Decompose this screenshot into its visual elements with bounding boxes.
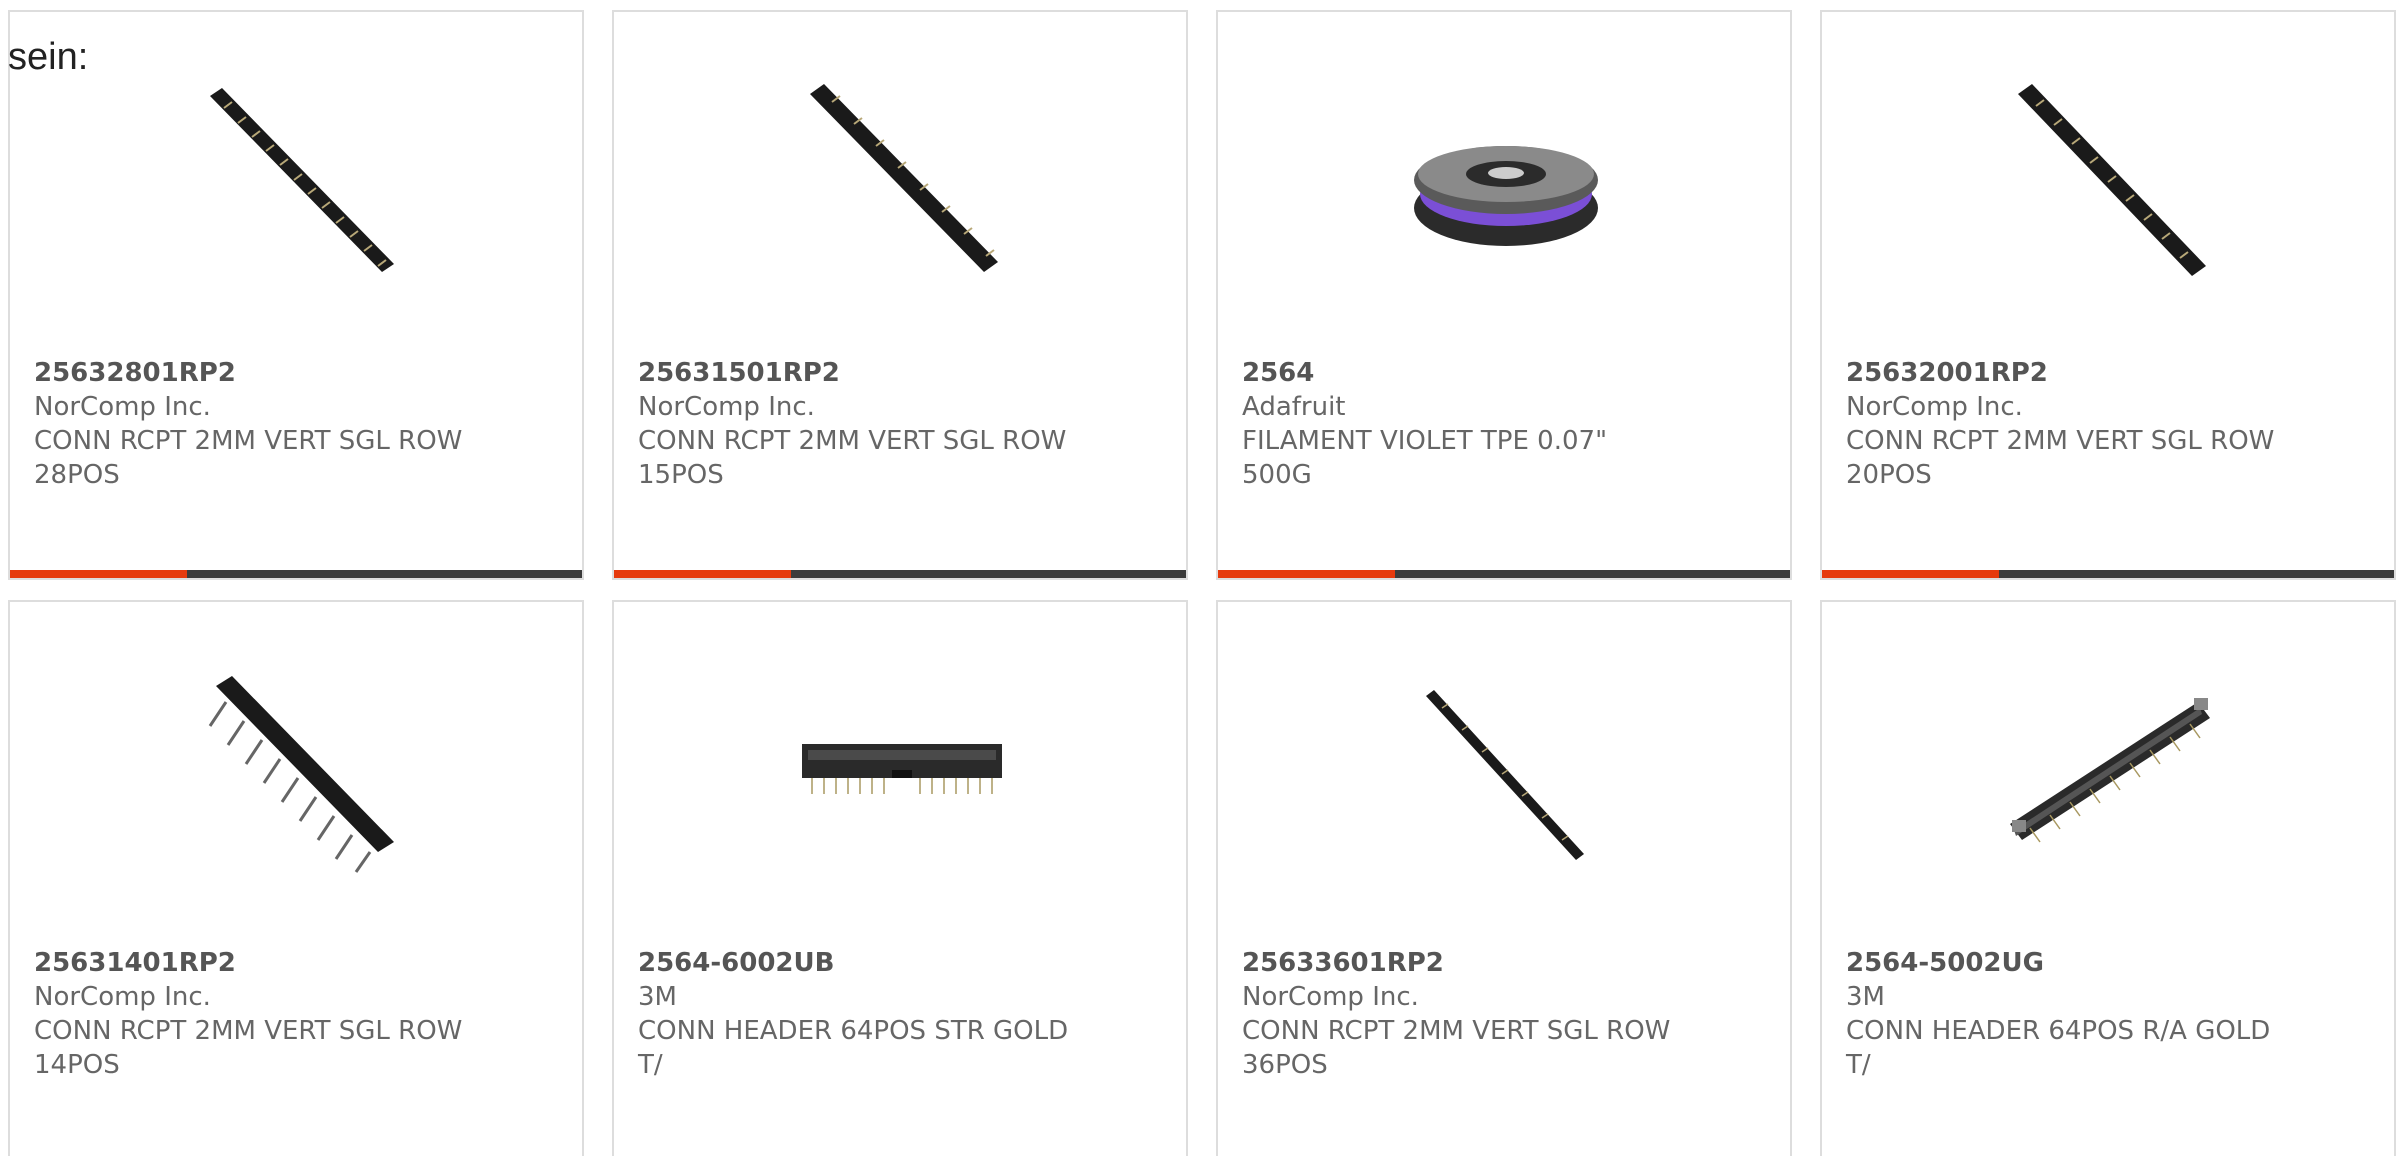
progress-bar bbox=[614, 570, 1186, 578]
product-card[interactable]: 2564-5002UG 3M CONN HEADER 64POS R/A GOL… bbox=[1820, 600, 2396, 1156]
progress-bar-fill bbox=[1218, 570, 1396, 578]
right-angle-header-icon bbox=[2010, 674, 2210, 874]
progress-bar-fill bbox=[1822, 570, 2000, 578]
description: CONN RCPT 2MM VERT SGL ROW 28POS bbox=[34, 426, 463, 490]
product-info: 2564 Adafruit FILAMENT VIOLET TPE 0.07" … bbox=[1242, 356, 1682, 492]
black-header-diagonal-icon bbox=[802, 84, 1002, 284]
short-header-diagonal-icon bbox=[198, 674, 398, 874]
progress-bar bbox=[1822, 570, 2394, 578]
part-number-link[interactable]: 25632001RP2 bbox=[1846, 356, 2286, 390]
part-number-link[interactable]: 25632801RP2 bbox=[34, 356, 474, 390]
manufacturer: NorComp Inc. bbox=[34, 392, 211, 422]
product-card[interactable]: 25631401RP2 NorComp Inc. CONN RCPT 2MM V… bbox=[8, 600, 584, 1156]
manufacturer: NorComp Inc. bbox=[1242, 982, 1419, 1012]
progress-bar bbox=[10, 570, 582, 578]
intro-text: sein: bbox=[8, 36, 89, 78]
description: CONN HEADER 64POS R/A GOLD T/ bbox=[1846, 1016, 2271, 1080]
product-card[interactable]: 25632001RP2 NorComp Inc. CONN RCPT 2MM V… bbox=[1820, 10, 2396, 580]
description: FILAMENT VIOLET TPE 0.07" 500G bbox=[1242, 426, 1608, 490]
part-number-link[interactable]: 2564-6002UB bbox=[638, 946, 1078, 980]
progress-bar-fill bbox=[10, 570, 188, 578]
box-header-horizontal-icon bbox=[802, 674, 1002, 874]
product-card[interactable]: 25632801RP2 NorComp Inc. CONN RCPT 2MM V… bbox=[8, 10, 584, 580]
part-number-link[interactable]: 25631501RP2 bbox=[638, 356, 1078, 390]
part-number-link[interactable]: 2564 bbox=[1242, 356, 1682, 390]
manufacturer: NorComp Inc. bbox=[638, 392, 815, 422]
manufacturer: Adafruit bbox=[1242, 392, 1346, 422]
filament-spool-icon bbox=[1406, 84, 1606, 284]
progress-bar-fill bbox=[614, 570, 792, 578]
product-info: 25633601RP2 NorComp Inc. CONN RCPT 2MM V… bbox=[1242, 946, 1682, 1082]
product-card[interactable]: 25631501RP2 NorComp Inc. CONN RCPT 2MM V… bbox=[612, 10, 1188, 580]
manufacturer: 3M bbox=[1846, 982, 1885, 1012]
part-number-link[interactable]: 2564-5002UG bbox=[1846, 946, 2286, 980]
description: CONN RCPT 2MM VERT SGL ROW 20POS bbox=[1846, 426, 2275, 490]
black-header-diagonal-icon bbox=[2010, 84, 2210, 284]
thin-header-diagonal-icon bbox=[1406, 674, 1606, 874]
manufacturer: 3M bbox=[638, 982, 677, 1012]
description: CONN RCPT 2MM VERT SGL ROW 15POS bbox=[638, 426, 1067, 490]
long-black-header-diagonal-icon bbox=[198, 84, 398, 284]
product-grid-page: sein: 25632801RP2 NorComp Inc. CONN RCPT… bbox=[0, 0, 2400, 1156]
part-number-link[interactable]: 25631401RP2 bbox=[34, 946, 474, 980]
part-number-link[interactable]: 25633601RP2 bbox=[1242, 946, 1682, 980]
manufacturer: NorComp Inc. bbox=[1846, 392, 2023, 422]
product-info: 25632801RP2 NorComp Inc. CONN RCPT 2MM V… bbox=[34, 356, 474, 492]
manufacturer: NorComp Inc. bbox=[34, 982, 211, 1012]
description: CONN RCPT 2MM VERT SGL ROW 36POS bbox=[1242, 1016, 1671, 1080]
product-info: 25631401RP2 NorComp Inc. CONN RCPT 2MM V… bbox=[34, 946, 474, 1082]
description: CONN HEADER 64POS STR GOLD T/ bbox=[638, 1016, 1069, 1080]
description: CONN RCPT 2MM VERT SGL ROW 14POS bbox=[34, 1016, 463, 1080]
product-info: 2564-5002UG 3M CONN HEADER 64POS R/A GOL… bbox=[1846, 946, 2286, 1082]
product-info: 2564-6002UB 3M CONN HEADER 64POS STR GOL… bbox=[638, 946, 1078, 1082]
product-card[interactable]: 2564-6002UB 3M CONN HEADER 64POS STR GOL… bbox=[612, 600, 1188, 1156]
product-info: 25631501RP2 NorComp Inc. CONN RCPT 2MM V… bbox=[638, 356, 1078, 492]
product-card[interactable]: 25633601RP2 NorComp Inc. CONN RCPT 2MM V… bbox=[1216, 600, 1792, 1156]
product-info: 25632001RP2 NorComp Inc. CONN RCPT 2MM V… bbox=[1846, 356, 2286, 492]
product-card[interactable]: 2564 Adafruit FILAMENT VIOLET TPE 0.07" … bbox=[1216, 10, 1792, 580]
progress-bar bbox=[1218, 570, 1790, 578]
